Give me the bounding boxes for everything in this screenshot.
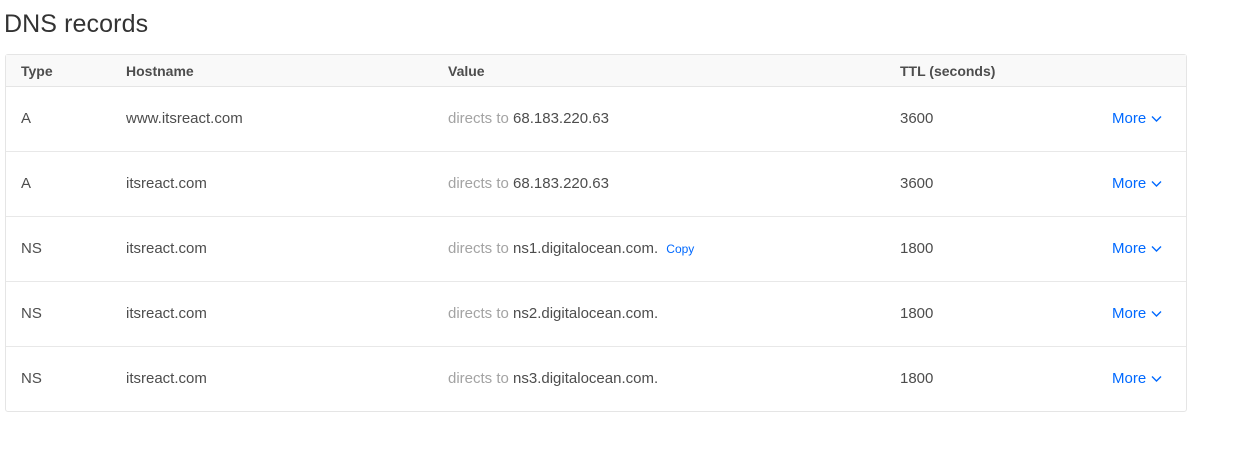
record-ttl: 3600 xyxy=(900,175,934,192)
record-ttl: 1800 xyxy=(900,370,934,387)
value-target: ns2.digitalocean.com. xyxy=(513,305,659,322)
copy-link[interactable]: Copy xyxy=(666,242,694,256)
value-prefix: directs to xyxy=(448,370,509,387)
record-hostname: itsreact.com xyxy=(126,370,207,387)
table-row: NS itsreact.com directs to ns2.digitaloc… xyxy=(6,282,1186,347)
record-type: NS xyxy=(21,305,42,322)
more-label: More xyxy=(1112,370,1147,387)
chevron-down-icon xyxy=(1151,245,1162,252)
record-hostname: www.itsreact.com xyxy=(126,110,243,127)
record-value: directs to 68.183.220.63 xyxy=(448,110,609,127)
record-ttl: 1800 xyxy=(900,240,934,257)
page-title: DNS records xyxy=(4,10,149,38)
record-value: directs to ns2.digitalocean.com. xyxy=(448,305,658,322)
column-header-value: Value xyxy=(448,63,485,79)
value-prefix: directs to xyxy=(448,110,509,127)
record-value: directs to ns3.digitalocean.com. xyxy=(448,370,658,387)
table-row: NS itsreact.com directs to ns3.digitaloc… xyxy=(6,347,1186,411)
record-type: NS xyxy=(21,370,42,387)
chevron-down-icon xyxy=(1151,180,1162,187)
more-button[interactable]: More xyxy=(1112,175,1162,192)
record-hostname: itsreact.com xyxy=(126,240,207,257)
more-label: More xyxy=(1112,175,1147,192)
table-row: A www.itsreact.com directs to 68.183.220… xyxy=(6,87,1186,152)
record-ttl: 1800 xyxy=(900,305,934,322)
more-button[interactable]: More xyxy=(1112,110,1162,127)
column-header-hostname: Hostname xyxy=(126,63,194,79)
more-button[interactable]: More xyxy=(1112,305,1162,322)
table-row: A itsreact.com directs to 68.183.220.63 … xyxy=(6,152,1186,217)
value-target: ns1.digitalocean.com. xyxy=(513,240,659,257)
more-label: More xyxy=(1112,110,1147,127)
chevron-down-icon xyxy=(1151,115,1162,122)
value-target: 68.183.220.63 xyxy=(513,110,609,127)
column-header-ttl: TTL (seconds) xyxy=(900,63,996,79)
value-prefix: directs to xyxy=(448,240,509,257)
record-type: A xyxy=(21,175,32,192)
value-target: ns3.digitalocean.com. xyxy=(513,370,659,387)
value-target: 68.183.220.63 xyxy=(513,175,609,192)
chevron-down-icon xyxy=(1151,310,1162,317)
table-header: Type Hostname Value TTL (seconds) xyxy=(6,55,1186,87)
more-button[interactable]: More xyxy=(1112,240,1162,257)
record-type: A xyxy=(21,110,32,127)
record-value: directs to 68.183.220.63 xyxy=(448,175,609,192)
column-header-type: Type xyxy=(21,63,53,79)
record-hostname: itsreact.com xyxy=(126,175,207,192)
record-hostname: itsreact.com xyxy=(126,305,207,322)
more-label: More xyxy=(1112,305,1147,322)
record-value: directs to ns1.digitalocean.com. Copy xyxy=(448,240,694,257)
more-label: More xyxy=(1112,240,1147,257)
record-type: NS xyxy=(21,240,42,257)
table-row: NS itsreact.com directs to ns1.digitaloc… xyxy=(6,217,1186,282)
value-prefix: directs to xyxy=(448,305,509,322)
record-ttl: 3600 xyxy=(900,110,934,127)
dns-records-table: Type Hostname Value TTL (seconds) A www.… xyxy=(5,54,1187,412)
value-prefix: directs to xyxy=(448,175,509,192)
more-button[interactable]: More xyxy=(1112,370,1162,387)
page: DNS records Type Hostname Value TTL (sec… xyxy=(0,0,1245,451)
chevron-down-icon xyxy=(1151,375,1162,382)
